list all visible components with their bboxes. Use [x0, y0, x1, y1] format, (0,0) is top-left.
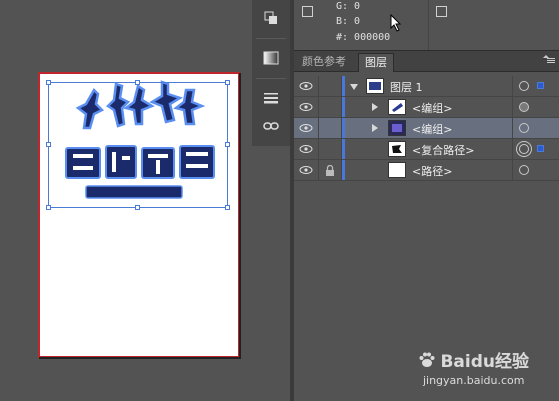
- layer-color-bar: [342, 139, 345, 159]
- tab-layers[interactable]: 图层: [358, 53, 394, 72]
- layers-panel: 图层 1 <编组> <编组> <复合路径> <路径> Baidu经验 jingy…: [294, 72, 559, 401]
- column-divider: [512, 160, 513, 180]
- expand-arrow-icon[interactable]: [372, 103, 378, 111]
- handle-middle-left[interactable]: [46, 142, 51, 147]
- layer-row-compound-path[interactable]: <复合路径>: [294, 139, 559, 160]
- layer-color-bar: [342, 76, 345, 96]
- panel-tab-bar: 颜色参考 图层: [294, 51, 559, 72]
- tab-color-guide[interactable]: 颜色参考: [296, 53, 352, 71]
- handle-top-right[interactable]: [225, 80, 230, 85]
- visibility-eye-icon[interactable]: [294, 118, 319, 138]
- lock-icon[interactable]: [319, 160, 342, 180]
- selection-indicator[interactable]: [537, 145, 544, 152]
- link-icon[interactable]: [252, 112, 290, 140]
- column-divider: [512, 97, 513, 117]
- expand-arrow-icon[interactable]: [350, 84, 358, 90]
- layer-row-group-1[interactable]: <编组>: [294, 97, 559, 118]
- layer-color-bar: [342, 160, 345, 180]
- layer-name[interactable]: <复合路径>: [412, 142, 474, 158]
- path-thumbnail: [388, 162, 406, 178]
- handle-bottom-left[interactable]: [46, 205, 51, 210]
- panel-menu-icon[interactable]: [543, 55, 555, 65]
- paw-icon: [419, 352, 435, 367]
- selection-indicator[interactable]: [537, 82, 544, 89]
- lock-toggle[interactable]: [319, 118, 342, 138]
- cursor-arrow-icon: [390, 14, 402, 32]
- layer-name[interactable]: 图层 1: [390, 79, 423, 95]
- watermark-url: jingyan.baidu.com: [422, 374, 525, 387]
- target-circle-icon[interactable]: [519, 102, 529, 112]
- visibility-eye-icon[interactable]: [294, 160, 319, 180]
- expand-arrow-icon[interactable]: [372, 124, 378, 132]
- stroke-swatch[interactable]: [436, 6, 447, 17]
- layer-name[interactable]: <编组>: [412, 121, 452, 137]
- layer-row-group-2[interactable]: <编组>: [294, 118, 559, 139]
- target-circle-icon[interactable]: [519, 123, 529, 133]
- handle-middle-right[interactable]: [225, 142, 230, 147]
- lock-toggle[interactable]: [319, 76, 342, 96]
- layer-thumbnail: [366, 78, 384, 94]
- handle-top-center[interactable]: [135, 80, 140, 85]
- column-divider: [512, 118, 513, 138]
- lock-toggle[interactable]: [319, 97, 342, 117]
- color-panel: G: 0 B: 0 #: 000000: [294, 0, 559, 51]
- toolbar-divider: [256, 38, 286, 39]
- column-divider: [512, 139, 513, 159]
- group-thumbnail: [388, 99, 406, 115]
- gradient-icon[interactable]: [252, 44, 290, 72]
- target-circle-icon[interactable]: [519, 144, 529, 154]
- handle-top-left[interactable]: [46, 80, 51, 85]
- layer-row-path[interactable]: <路径>: [294, 160, 559, 181]
- layer-color-bar: [342, 97, 345, 117]
- layer-name[interactable]: <编组>: [412, 100, 452, 116]
- layer-color-bar: [342, 118, 345, 138]
- canvas-area[interactable]: [0, 0, 252, 401]
- g-value: G: 0: [336, 1, 361, 12]
- b-value: B: 0: [336, 16, 361, 27]
- layer-name[interactable]: <路径>: [412, 163, 452, 179]
- panel-divider: [428, 0, 429, 50]
- path-thumbnail: [388, 141, 406, 157]
- layer-row-layer-1[interactable]: 图层 1: [294, 76, 559, 97]
- visibility-eye-icon[interactable]: [294, 97, 319, 117]
- artboard[interactable]: [38, 72, 241, 359]
- handle-bottom-center[interactable]: [135, 205, 140, 210]
- column-divider: [512, 76, 513, 96]
- visibility-eye-icon[interactable]: [294, 139, 319, 159]
- toolbar-divider: [256, 78, 286, 79]
- target-circle-icon[interactable]: [519, 81, 529, 91]
- baidu-jingyan-watermark: Baidu经验 jingyan.baidu.com: [418, 347, 529, 387]
- target-circle-icon[interactable]: [519, 165, 529, 175]
- stroke-lines-icon[interactable]: [252, 84, 290, 112]
- group-thumbnail: [388, 120, 406, 136]
- selection-bounding-box[interactable]: [46, 80, 230, 210]
- lock-toggle[interactable]: [319, 139, 342, 159]
- hex-value[interactable]: #: 000000: [336, 32, 390, 43]
- handle-bottom-right[interactable]: [225, 205, 230, 210]
- panel-icon-bar: [252, 0, 291, 146]
- pathfinder-icon[interactable]: [252, 4, 290, 32]
- watermark-brand: Baidu经验: [440, 352, 529, 372]
- visibility-eye-icon[interactable]: [294, 76, 319, 96]
- fill-swatch[interactable]: [302, 6, 313, 17]
